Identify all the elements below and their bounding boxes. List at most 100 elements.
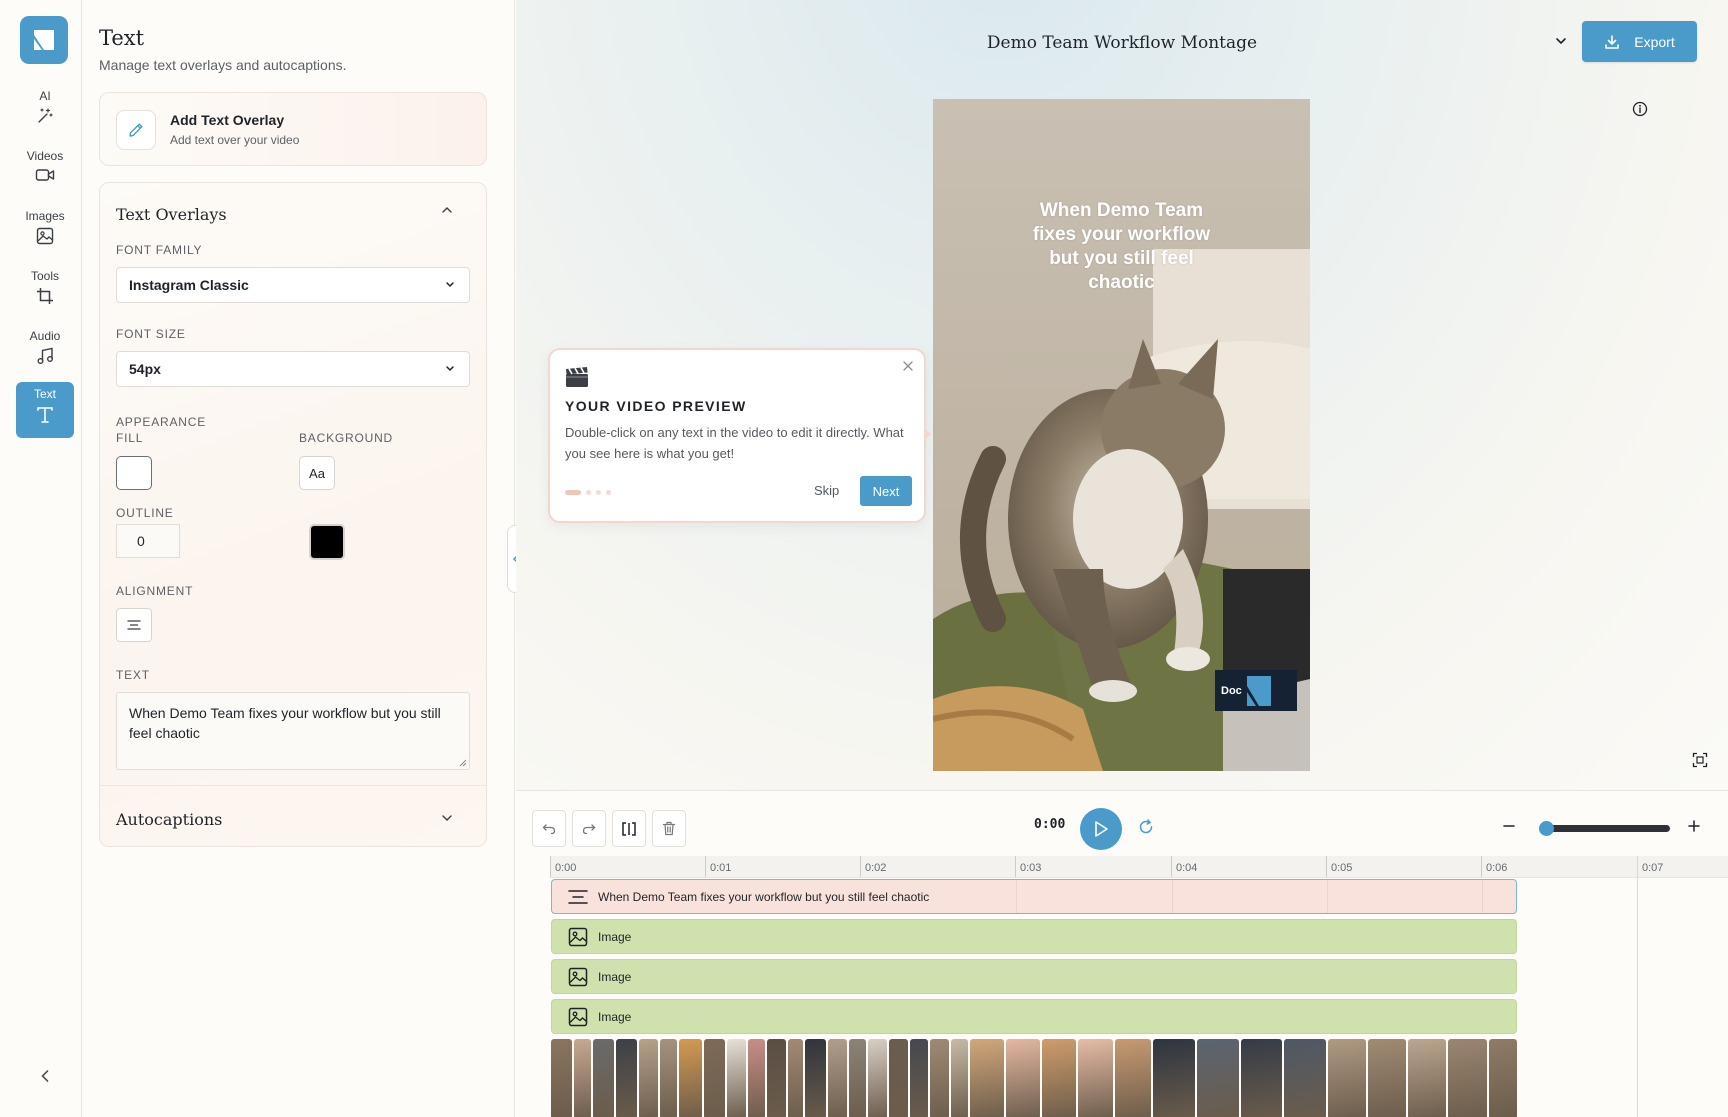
panel-title: Text: [99, 26, 145, 50]
rail-item-ai[interactable]: AI: [16, 84, 74, 140]
text-overlay-clip[interactable]: When Demo Team fixes your workflow but y…: [551, 879, 1517, 914]
text-overlays-title: Text Overlays: [116, 205, 227, 224]
font-family-select[interactable]: Instagram Classic: [116, 267, 470, 303]
fill-label: FILL: [116, 431, 144, 445]
filmstrip-frame: [551, 1039, 572, 1117]
image-icon: [568, 967, 588, 986]
clip-label: Image: [598, 969, 632, 984]
chevron-down-icon: [442, 815, 452, 821]
zoom-slider-thumb[interactable]: [1539, 821, 1554, 836]
filmstrip-frame: [573, 1039, 592, 1117]
tour-next-button[interactable]: Next: [860, 476, 912, 506]
loop-button[interactable]: [1138, 819, 1154, 835]
undo-button[interactable]: [532, 810, 566, 847]
filmstrip-frame: [1005, 1039, 1041, 1117]
filmstrip-frame: [1240, 1039, 1283, 1117]
image-icon: [36, 227, 54, 245]
rail-item-audio[interactable]: Audio: [16, 324, 74, 380]
image-clip[interactable]: Image: [551, 919, 1517, 954]
outline-width-input[interactable]: 0: [116, 524, 180, 558]
text-overlays-section: Text Overlays FONT FAMILY Instagram Clas…: [99, 182, 487, 847]
video-clip-filmstrip[interactable]: [551, 1039, 1517, 1117]
redo-icon: [582, 823, 596, 834]
rail-item-text[interactable]: Text: [16, 382, 74, 438]
background-style-button[interactable]: Aa: [299, 456, 335, 490]
outline-color-swatch[interactable]: [309, 524, 345, 560]
close-icon: [903, 361, 913, 371]
video-preview[interactable]: When Demo Team fixes your workflow but y…: [933, 99, 1310, 771]
minus-icon: [1503, 825, 1515, 827]
rail-item-tools[interactable]: Tools: [16, 264, 74, 320]
overlay-text-input[interactable]: When Demo Team fixes your workflow but y…: [116, 692, 470, 770]
filmstrip-frame: [910, 1039, 928, 1117]
fill-color-swatch[interactable]: [116, 456, 152, 490]
zoom-in-button[interactable]: [1687, 819, 1701, 833]
split-button[interactable]: [612, 810, 646, 847]
text-icon: [37, 407, 53, 423]
ruler-tick: 0:04: [1171, 856, 1197, 877]
music-note-icon: [37, 347, 53, 364]
section-divider: [100, 785, 486, 786]
tool-rail: AI Videos Images Tools Audio Text: [0, 0, 82, 1117]
timeline: 0:00 0:00 0:01 0:02 0:03 0:04 0:05 0:06 …: [516, 790, 1728, 1117]
font-size-select[interactable]: 54px: [116, 351, 470, 387]
video-overlay-text[interactable]: When Demo Team fixes your workflow but y…: [933, 199, 1310, 295]
project-title[interactable]: Demo Team Workflow Montage: [516, 33, 1728, 53]
rail-item-images[interactable]: Images: [16, 204, 74, 260]
panel-subtitle: Manage text overlays and autocaptions.: [99, 57, 347, 73]
redo-button[interactable]: [572, 810, 606, 847]
undo-icon: [542, 823, 556, 834]
fit-to-screen-button[interactable]: [1692, 752, 1708, 768]
ruler-tick: 0:00: [550, 856, 576, 877]
rail-item-videos[interactable]: Videos: [16, 144, 74, 200]
tour-step-dot: [596, 490, 601, 495]
app-logo[interactable]: [20, 16, 68, 64]
filmstrip-frame: [703, 1039, 725, 1117]
play-button[interactable]: [1080, 808, 1122, 850]
add-overlay-title: Add Text Overlay: [170, 112, 285, 128]
filmstrip-frame: [849, 1039, 867, 1117]
ruler-tick: 0:05: [1326, 856, 1352, 877]
export-button[interactable]: Export: [1582, 21, 1697, 62]
info-icon[interactable]: [1632, 101, 1648, 117]
collapse-overlays-button[interactable]: [440, 203, 454, 217]
tour-step-dot: [606, 490, 611, 495]
zoom-out-button[interactable]: [1502, 819, 1516, 833]
clip-gridline: [1016, 880, 1017, 913]
filmstrip-frame: [767, 1039, 787, 1117]
project-menu-button[interactable]: [1554, 34, 1568, 48]
expand-autocaptions-button[interactable]: [440, 811, 454, 825]
filmstrip-frame: [929, 1039, 949, 1117]
add-text-overlay-button[interactable]: Add Text Overlay Add text over your vide…: [99, 92, 487, 166]
tour-progress: [565, 490, 611, 495]
image-clip[interactable]: Image: [551, 999, 1517, 1034]
onboarding-tooltip: YOUR VIDEO PREVIEW Double-click on any t…: [548, 348, 926, 523]
image-icon: [568, 1007, 588, 1026]
chevron-left-icon: [41, 1070, 49, 1082]
filmstrip-frame: [805, 1039, 827, 1117]
filmstrip-frame: [616, 1039, 637, 1117]
align-center-button[interactable]: [116, 608, 152, 642]
close-tour-button[interactable]: [902, 360, 914, 372]
resize-grip-icon[interactable]: [459, 759, 467, 767]
plus-icon: [1688, 820, 1700, 832]
collapse-sidebar-button[interactable]: [34, 1065, 56, 1087]
delete-button[interactable]: [652, 810, 686, 847]
filmstrip-frame: [828, 1039, 848, 1117]
zoom-slider[interactable]: [1546, 825, 1670, 832]
fit-screen-icon: [1692, 752, 1708, 768]
image-clip[interactable]: Image: [551, 959, 1517, 994]
chevron-down-icon: [446, 366, 454, 372]
clip-gridline: [1172, 880, 1173, 913]
play-icon: [1095, 821, 1108, 837]
tour-title: YOUR VIDEO PREVIEW: [565, 398, 747, 414]
loop-icon: [1139, 819, 1153, 834]
rail-item-label: Audio: [29, 329, 61, 343]
time-ruler[interactable]: 0:00 0:01 0:02 0:03 0:04 0:05 0:06 0:07: [550, 856, 1728, 878]
tour-step-dot: [565, 490, 581, 495]
tour-skip-button[interactable]: Skip: [814, 483, 839, 498]
trash-icon: [662, 821, 676, 836]
magic-wand-icon: [38, 108, 53, 123]
font-family-label: FONT FAMILY: [116, 243, 203, 257]
timeline-end-marker: [1637, 856, 1638, 1117]
